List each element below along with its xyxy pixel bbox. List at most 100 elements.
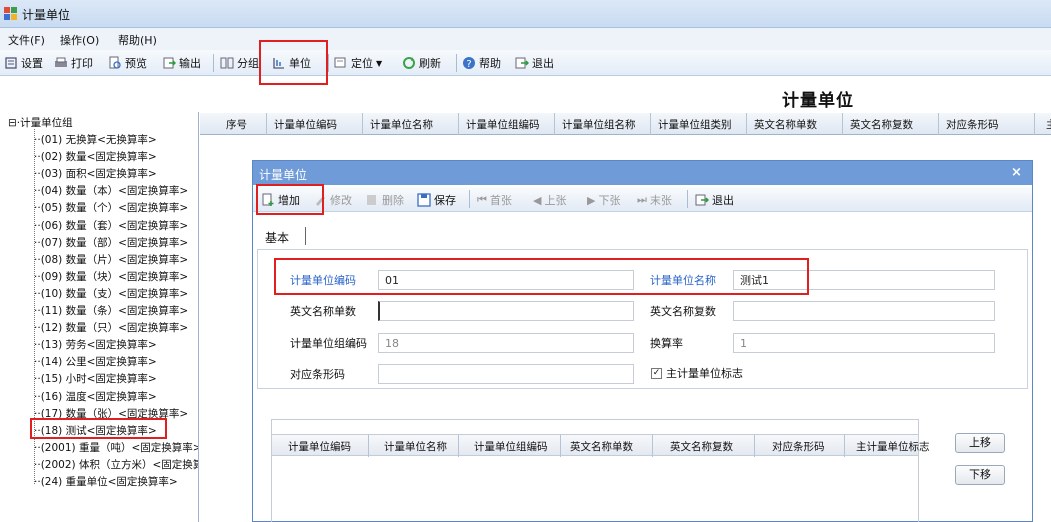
tree-item[interactable]: ··(10) 数量（支）<固定换算率> — [34, 286, 188, 301]
subgrid-column-header[interactable]: 主计量单位标志 — [856, 439, 930, 454]
print-button[interactable]: 打印 — [54, 55, 93, 71]
checkbox-checked-icon[interactable]: ✓ — [651, 367, 662, 379]
grid-column-header[interactable]: 英文名称复数 — [850, 117, 913, 132]
en-plural-field[interactable] — [733, 301, 995, 321]
tree-item[interactable]: ··(16) 温度<固定换算率> — [34, 389, 157, 404]
tree-collapse-icon[interactable]: ⊟· — [8, 117, 20, 129]
column-separator[interactable] — [842, 113, 843, 135]
tree-item[interactable]: ··(14) 公里<固定换算率> — [34, 354, 157, 369]
column-separator[interactable] — [560, 435, 561, 457]
grid-column-header[interactable]: 计量单位组类别 — [658, 117, 732, 132]
last-button[interactable]: ⏭ 末张 — [637, 192, 672, 208]
refresh-button[interactable]: 刷新 — [402, 55, 441, 71]
column-separator[interactable] — [458, 435, 459, 457]
menu-help[interactable]: 帮助(H) — [118, 32, 157, 48]
group-label: 分组 — [237, 57, 259, 70]
tree-root-label: 计量单位组 — [20, 117, 73, 129]
tree-item[interactable]: ··(11) 数量（条）<固定换算率> — [34, 303, 188, 318]
first-button[interactable]: ⏮ 首张 — [477, 192, 512, 208]
subgrid-column-header[interactable]: 对应条形码 — [772, 439, 825, 454]
tree-item[interactable]: ··(01) 无换算<无换算率> — [34, 132, 157, 147]
column-separator[interactable] — [1034, 113, 1035, 135]
grid-column-header[interactable]: 计量单位组编码 — [466, 117, 540, 132]
code-field[interactable] — [378, 270, 634, 290]
dialog-close-button[interactable]: × — [1011, 165, 1022, 180]
tree-item[interactable]: ··(17) 数量（张）<固定换算率> — [34, 406, 188, 421]
next-button[interactable]: ▶ 下张 — [587, 192, 620, 208]
locate-button[interactable]: 定位 ▼ — [334, 55, 382, 71]
tree-item[interactable]: ··(07) 数量（部）<固定换算率> — [34, 235, 188, 250]
column-separator[interactable] — [458, 113, 459, 135]
name-field[interactable] — [733, 270, 995, 290]
subgrid-column-header[interactable]: 英文名称单数 — [570, 439, 633, 454]
en-single-field[interactable] — [378, 301, 634, 321]
tree-item-label: (05) 数量（个）<固定换算率> — [40, 202, 189, 215]
column-separator[interactable] — [650, 113, 651, 135]
delete-button[interactable]: 删除 — [365, 192, 404, 208]
toolbar-separator — [456, 54, 457, 72]
tree-item[interactable]: ··(24) 重量单位<固定换算率> — [34, 474, 178, 489]
column-separator[interactable] — [754, 435, 755, 457]
subgrid-column-header[interactable]: 英文名称复数 — [670, 439, 733, 454]
grid-column-header[interactable]: 英文名称单数 — [754, 117, 817, 132]
tree-item[interactable]: ··(03) 面积<固定换算率> — [34, 166, 157, 181]
column-separator[interactable] — [266, 113, 267, 135]
subgrid-column-header[interactable]: 计量单位编码 — [288, 439, 351, 454]
chevron-down-icon[interactable]: ▼ — [376, 59, 382, 68]
grid-column-header[interactable]: 对应条形码 — [946, 117, 999, 132]
tree-item[interactable]: ··(2001) 重量（吨）<固定换算率> — [34, 440, 198, 455]
grid-column-header[interactable]: 计量单位名称 — [370, 117, 433, 132]
tree-item[interactable]: ··(09) 数量（块）<固定换算率> — [34, 269, 188, 284]
tree-item[interactable]: ··(06) 数量（套）<固定换算率> — [34, 218, 188, 233]
main-flag-checkbox[interactable]: ✓ 主计量单位标志 — [651, 365, 743, 381]
prev-button[interactable]: ◀ 上张 — [533, 192, 566, 208]
refresh-icon — [403, 57, 415, 69]
dialog-exit-button[interactable]: 退出 — [695, 192, 734, 208]
column-separator[interactable] — [746, 113, 747, 135]
column-separator[interactable] — [844, 435, 845, 457]
grid-column-header[interactable]: 计量单位组名称 — [562, 117, 636, 132]
move-down-button[interactable]: 下移 — [955, 465, 1005, 485]
rate-field[interactable] — [733, 333, 995, 353]
barcode-field[interactable] — [378, 364, 634, 384]
first-icon: ⏮ — [477, 193, 487, 206]
menu-file[interactable]: 文件(F) — [8, 32, 45, 48]
group-code-field[interactable] — [378, 333, 634, 353]
tree-item-label: (07) 数量（部）<固定换算率> — [40, 236, 189, 249]
subgrid-column-header[interactable]: 计量单位组编码 — [474, 439, 548, 454]
tree-item[interactable]: ··(04) 数量（本）<固定换算率> — [34, 183, 188, 198]
column-separator[interactable] — [368, 435, 369, 457]
tree-item[interactable]: ··(2002) 体积（立方米）<固定换算率> — [34, 457, 198, 472]
menu-operate[interactable]: 操作(O) — [60, 32, 99, 48]
help-button[interactable]: ? 帮助 — [462, 55, 501, 71]
preview-button[interactable]: 预览 — [108, 55, 147, 71]
tree-item[interactable]: ··(18) 测试<固定换算率> — [34, 423, 157, 438]
tree-item[interactable]: ··(15) 小时<固定换算率> — [34, 371, 157, 386]
export-button[interactable]: 输出 — [162, 55, 201, 71]
unit-button[interactable]: 单位 — [272, 55, 311, 71]
group-button[interactable]: 分组 — [220, 55, 259, 71]
column-separator[interactable] — [938, 113, 939, 135]
column-separator[interactable] — [554, 113, 555, 135]
grid-column-header[interactable]: 序号 — [226, 117, 247, 132]
move-up-button[interactable]: 上移 — [955, 433, 1005, 453]
tree-item[interactable]: ··(08) 数量（片）<固定换算率> — [34, 252, 188, 267]
grid-column-header[interactable]: 主 — [1046, 117, 1051, 132]
grid-column-header[interactable]: 计量单位编码 — [274, 117, 337, 132]
tree-item[interactable]: ··(12) 数量（只）<固定换算率> — [34, 320, 188, 335]
column-separator[interactable] — [652, 435, 653, 457]
add-button[interactable]: 增加 — [261, 192, 300, 208]
subgrid-column-header[interactable]: 计量单位名称 — [384, 439, 447, 454]
tree-item[interactable]: ··(13) 劳务<固定换算率> — [34, 337, 157, 352]
tree-item[interactable]: ··(02) 数量<固定换算率> — [34, 149, 157, 164]
settings-button[interactable]: 设置 — [4, 55, 43, 71]
exit-button[interactable]: 退出 — [515, 55, 554, 71]
column-separator[interactable] — [362, 113, 363, 135]
edit-button[interactable]: 修改 — [313, 192, 352, 208]
tree-root[interactable]: ⊟·计量单位组 — [8, 115, 73, 130]
tree-item-label: (14) 公里<固定换算率> — [40, 356, 157, 369]
tree-item[interactable]: ··(05) 数量（个）<固定换算率> — [34, 200, 188, 215]
save-button[interactable]: 保存 — [417, 192, 456, 208]
delete-label: 删除 — [382, 194, 404, 207]
tab-basic[interactable]: 基本 — [265, 229, 289, 246]
